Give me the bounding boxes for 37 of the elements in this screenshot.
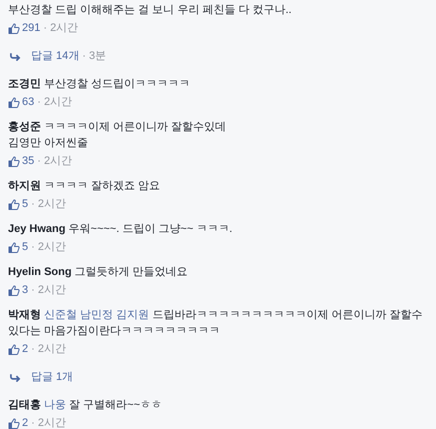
comment-text: 박재형 신준철 남민정 김지원 드립바라ㅋㅋㅋㅋㅋㅋㅋㅋㅋㅋ이제 어른이니까 잘할수있다는 마음가짐이란다ㅋㅋㅋㅋㅋㅋㅋㅋㅋ (8, 308, 424, 339)
comment-time: · 2시간 (31, 197, 66, 212)
comment-text: 조경민 부산경찰 성드립이ㅋㅋㅋㅋㅋ (8, 77, 192, 92)
comment-time: · 2시간 (31, 283, 66, 298)
like-count[interactable]: 2 (22, 415, 28, 429)
thumbs-up-icon (8, 418, 20, 428)
reply-time: · 3분 (82, 49, 106, 64)
reply-arrow-icon (10, 372, 21, 382)
like-count[interactable]: 2 (22, 341, 28, 357)
comment-time: · 2시간 (31, 416, 66, 429)
thumbs-up-icon (8, 198, 20, 210)
comment-time: · 2시간 (37, 154, 72, 169)
like-count[interactable]: 63 (22, 94, 34, 110)
thumbs-up-icon (8, 22, 20, 34)
comment-text: 김태홍 나웅 잘 구별해라~~ㅎㅎ (8, 398, 164, 413)
reply-arrow-icon (10, 52, 21, 60)
thumbs-up-icon (8, 96, 20, 108)
like-count[interactable]: 35 (22, 153, 34, 169)
comment-text: 홍성준 ㅋㅋㅋㅋ이제 어른이니까 잘할수있데 김영만 아저씬줄 (8, 120, 228, 151)
comment-time: · 2시간 (43, 21, 78, 36)
thumbs-up-icon (8, 242, 20, 252)
thumbs-up-icon (8, 156, 20, 166)
comment-time: · 2시간 (31, 342, 66, 357)
replies-link[interactable]: 답글 1개 (31, 369, 74, 385)
thumbs-up-icon (8, 284, 20, 296)
comment-time: · 2시간 (37, 95, 72, 110)
comment-time: · 2시간 (31, 240, 66, 255)
thumbs-up-icon (8, 344, 20, 354)
like-count[interactable]: 3 (22, 282, 28, 298)
like-count[interactable]: 5 (22, 196, 28, 212)
comment-text: Jey Hwang 우워~~~~. 드립이 그냥~~ ㅋㅋㅋ. (8, 222, 234, 237)
replies-link[interactable]: 답글 14개 (31, 48, 80, 64)
comment-text: 부산경찰 드립 이해해주는 걸 보니 우리 페친들 다 컸구나.. (8, 3, 293, 18)
like-count[interactable]: 291 (22, 20, 40, 36)
like-count[interactable]: 5 (22, 239, 28, 255)
comment-text: 하지원 ㅋㅋㅋㅋ 잘하겠죠 암요 (8, 179, 162, 194)
comment-text: Hyelin Song 그럴듯하게 만들었네요 (8, 265, 189, 280)
